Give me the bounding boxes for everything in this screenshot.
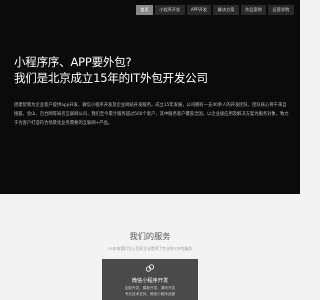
miniprogram-icon xyxy=(145,264,155,272)
nav-academy[interactable]: 运营学院 xyxy=(268,5,294,15)
nav-home[interactable]: 首页 xyxy=(136,5,153,15)
services-section: 我们的服务 15年来我们为上百家企业提供了专业的IT外包服务 微信小程序开发 定… xyxy=(0,194,300,300)
service-card-line-2: 专业技术支持、微信小程序运营 xyxy=(124,292,176,296)
service-card-line-1: 定制开发、模板开发、源码开发 xyxy=(124,286,176,290)
nav-miniprogram[interactable]: 小程序开发 xyxy=(154,5,185,15)
services-subtitle: 15年来我们为上百家企业提供了专业的IT外包服务 xyxy=(107,246,193,251)
hero-title-line-2: 我们是北京成立15年的IT外包开发公司 xyxy=(14,71,208,85)
services-title: 我们的服务 xyxy=(129,231,171,241)
main-nav: 首页 小程序开发 APP开发 解决方案 作品案例 运营学院 xyxy=(136,5,294,15)
service-card-miniprogram[interactable]: 微信小程序开发 定制开发、模板开发、源码开发 专业技术支持、微信小程序运营 xyxy=(102,259,198,300)
hero-section: 首页 小程序开发 APP开发 解决方案 作品案例 运营学院 小程序序、APP要外… xyxy=(0,0,300,194)
nav-app[interactable]: APP开发 xyxy=(186,5,212,15)
hero-description: 团建智策为企业客户提供app开发、微信小程序开发及企业网站开发服务。成立15年发… xyxy=(14,103,289,126)
hero-title-line-1: 小程序序、APP要外包? xyxy=(14,55,132,69)
nav-solutions[interactable]: 解决方案 xyxy=(213,5,239,15)
nav-cases[interactable]: 作品案例 xyxy=(240,5,267,15)
service-card-title: 微信小程序开发 xyxy=(131,278,169,284)
